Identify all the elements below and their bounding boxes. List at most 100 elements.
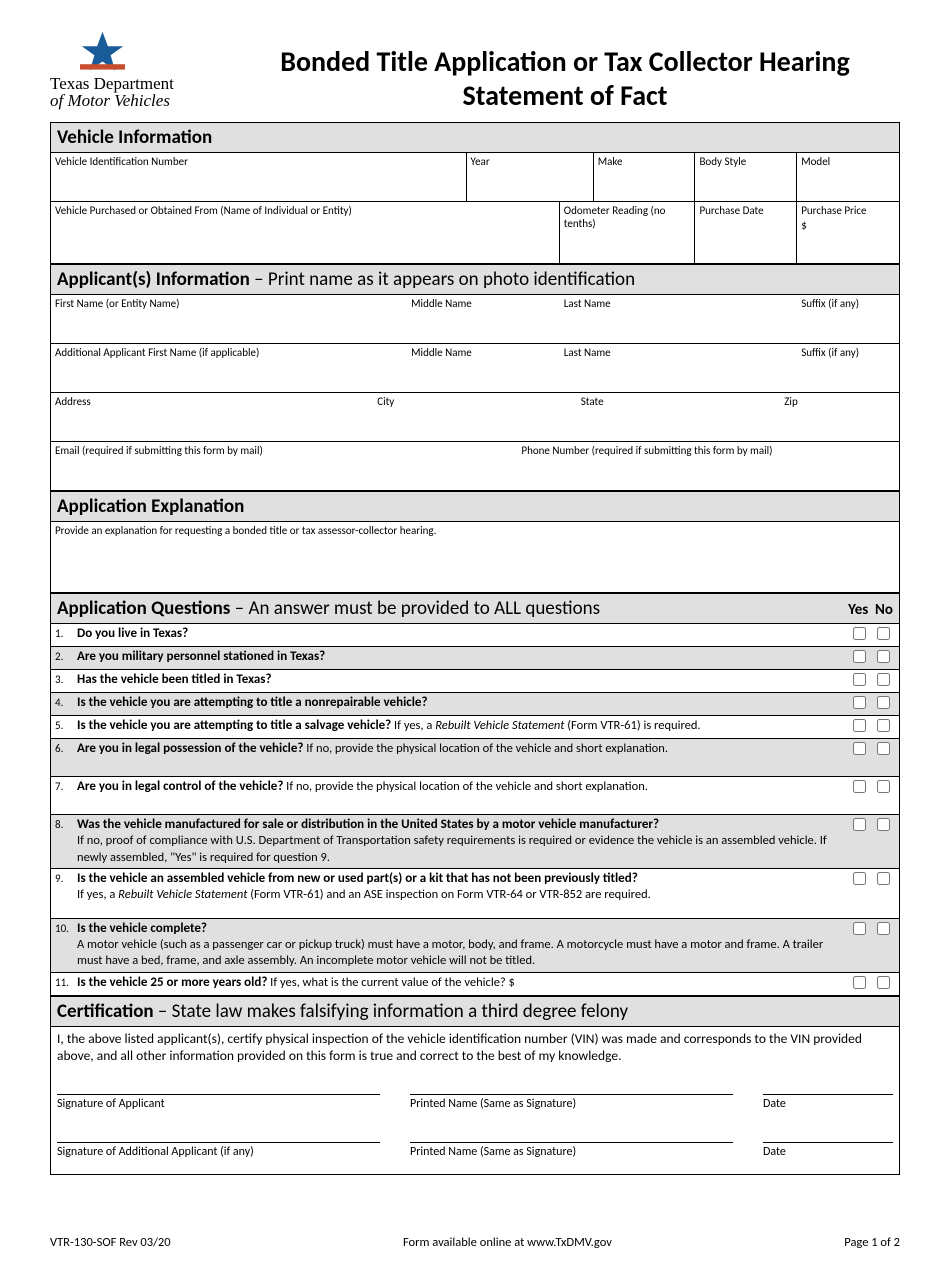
body-input[interactable] [699, 168, 792, 183]
vehicle-row-2: Vehicle Purchased or Obtained From (Name… [50, 202, 900, 264]
question-text: Has the vehicle been titled in Texas? [77, 672, 847, 688]
no-checkbox-8[interactable] [877, 818, 890, 831]
middle-name-label: Middle Name [411, 297, 472, 310]
question-text: Is the vehicle 25 or more years old? If … [77, 975, 847, 991]
question-text: Is the vehicle you are attempting to tit… [77, 718, 847, 734]
question-text: Are you in legal possession of the vehic… [77, 741, 847, 757]
last-name-input[interactable] [564, 310, 793, 325]
explanation-input[interactable] [55, 537, 895, 552]
explanation-prompt: Provide an explanation for requesting a … [55, 524, 436, 537]
question-row-9: 9.Is the vehicle an assembled vehicle fr… [50, 869, 900, 919]
question-number: 9. [55, 871, 77, 885]
last-name-label: Last Name [564, 297, 611, 310]
zip-label: Zip [784, 395, 797, 408]
zip-input[interactable] [784, 408, 895, 423]
purchased-from-input[interactable] [55, 217, 555, 232]
odometer-input[interactable] [564, 230, 691, 245]
question-number: 7. [55, 779, 77, 793]
no-checkbox-7[interactable] [877, 780, 890, 793]
year-input[interactable] [471, 168, 589, 183]
yes-checkbox-9[interactable] [853, 872, 866, 885]
question-text: Are you in legal control of the vehicle?… [77, 779, 847, 795]
phone-input[interactable] [521, 457, 895, 472]
yes-checkbox-10[interactable] [853, 922, 866, 935]
purchase-price-input[interactable] [807, 217, 882, 232]
question-row-2: 2.Are you military personnel stationed i… [50, 647, 900, 670]
purchased-from-label: Vehicle Purchased or Obtained From (Name… [55, 204, 352, 217]
yes-checkbox-3[interactable] [853, 673, 866, 686]
no-checkbox-2[interactable] [877, 650, 890, 663]
city-label: City [377, 395, 394, 408]
add-suffix-label: Suffix (if any) [801, 346, 859, 359]
signature-applicant-label: Signature of Applicant [57, 1094, 380, 1112]
middle-name-input[interactable] [411, 310, 556, 325]
questions-header: Application Questions – An answer must b… [50, 593, 900, 624]
yes-checkbox-7[interactable] [853, 780, 866, 793]
vehicle-info-header: Vehicle Information [50, 122, 900, 153]
question-number: 10. [55, 921, 77, 935]
question-row-5: 5.Is the vehicle you are attempting to t… [50, 716, 900, 739]
question-row-8: 8.Was the vehicle manufactured for sale … [50, 815, 900, 869]
email-label: Email (required if submitting this form … [55, 444, 263, 457]
question-row-3: 3.Has the vehicle been titled in Texas? [50, 670, 900, 693]
purchase-date-input[interactable] [699, 217, 792, 232]
state-input[interactable] [581, 408, 777, 423]
question-number: 4. [55, 695, 77, 709]
form-number: VTR-130-SOF Rev 03/20 [50, 1235, 171, 1250]
yes-checkbox-8[interactable] [853, 818, 866, 831]
yes-checkbox-2[interactable] [853, 650, 866, 663]
add-last-name-input[interactable] [564, 359, 793, 374]
phone-label: Phone Number (required if submitting thi… [521, 444, 772, 457]
city-input[interactable] [377, 408, 573, 423]
explanation-body: Provide an explanation for requesting a … [50, 522, 900, 593]
printed-name-label-1: Printed Name (Same as Signature) [410, 1094, 733, 1112]
add-suffix-input[interactable] [801, 359, 895, 374]
suffix-label: Suffix (if any) [801, 297, 859, 310]
yes-checkbox-11[interactable] [853, 976, 866, 989]
address-input[interactable] [55, 408, 369, 423]
certification-header: Certification – State law makes falsifyi… [50, 996, 900, 1027]
add-last-name-label: Last Name [564, 346, 611, 359]
question-text: Are you military personnel stationed in … [77, 649, 847, 665]
question-number: 3. [55, 672, 77, 686]
make-input[interactable] [598, 168, 691, 183]
purchase-price-label: Purchase Price [801, 204, 866, 217]
signature-additional-label: Signature of Additional Applicant (if an… [57, 1142, 380, 1160]
address-label: Address [55, 395, 91, 408]
no-checkbox-11[interactable] [877, 976, 890, 989]
question-number: 8. [55, 817, 77, 831]
question-number: 6. [55, 741, 77, 755]
no-checkbox-4[interactable] [877, 696, 890, 709]
star-icon [80, 30, 125, 75]
no-checkbox-3[interactable] [877, 673, 890, 686]
applicant-info-header: Applicant(s) Information – Print name as… [50, 264, 900, 295]
question-text: Is the vehicle you are attempting to tit… [77, 695, 847, 711]
page-footer: VTR-130-SOF Rev 03/20 Form available onl… [50, 1235, 900, 1250]
no-checkbox-5[interactable] [877, 719, 890, 732]
certification-body: I, the above listed applicant(s), certif… [50, 1027, 900, 1176]
email-input[interactable] [55, 457, 513, 472]
model-input[interactable] [801, 168, 895, 183]
add-middle-name-label: Middle Name [411, 346, 472, 359]
vin-input[interactable] [55, 168, 462, 183]
add-first-name-input[interactable] [55, 359, 403, 374]
state-label: State [581, 395, 604, 408]
vehicle-row-1: Vehicle Identification Number Year Make … [50, 153, 900, 202]
question-text: Do you live in Texas? [77, 626, 847, 642]
question-text: Was the vehicle manufactured for sale or… [77, 817, 847, 866]
yes-checkbox-1[interactable] [853, 627, 866, 640]
no-checkbox-1[interactable] [877, 627, 890, 640]
first-name-input[interactable] [55, 310, 403, 325]
add-middle-name-input[interactable] [411, 359, 556, 374]
suffix-input[interactable] [801, 310, 895, 325]
yes-checkbox-5[interactable] [853, 719, 866, 732]
no-checkbox-9[interactable] [877, 872, 890, 885]
page-number: Page 1 of 2 [844, 1235, 900, 1250]
yes-checkbox-6[interactable] [853, 742, 866, 755]
yes-checkbox-4[interactable] [853, 696, 866, 709]
no-checkbox-6[interactable] [877, 742, 890, 755]
date-label-1: Date [763, 1094, 893, 1112]
odometer-label: Odometer Reading (no tenths) [564, 204, 666, 230]
no-checkbox-10[interactable] [877, 922, 890, 935]
applicant-row-2: Additional Applicant First Name (if appl… [50, 344, 900, 393]
